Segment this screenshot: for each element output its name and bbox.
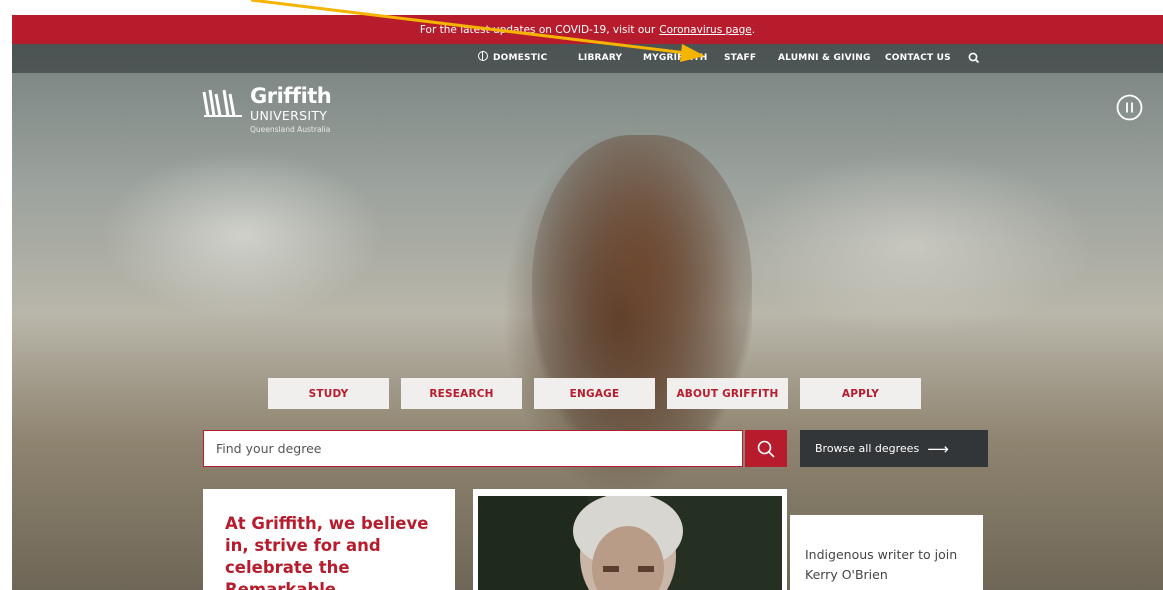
portrait-image	[478, 496, 782, 590]
feature-photo	[478, 496, 782, 590]
nav-staff[interactable]: STAFF	[724, 44, 756, 73]
globe-icon	[478, 51, 488, 61]
covid-banner-text: For the latest updates on COVID-19, visi…	[419, 23, 656, 36]
nav-contact-us[interactable]: CONTACT US	[885, 44, 951, 73]
coronavirus-page-link[interactable]: Coronavirus page	[659, 24, 752, 36]
hero-frame: For the latest updates on COVID-19, visi…	[12, 15, 1163, 590]
search-icon[interactable]	[967, 51, 981, 65]
arrow-right-icon: ⟶	[927, 439, 949, 458]
browse-label: Browse all degrees	[815, 442, 920, 455]
news-title: Indigenous writer to join Kerry O'Brien	[805, 547, 958, 582]
menu-apply[interactable]: APPLY	[800, 378, 921, 409]
top-nav: DOMESTIC LIBRARY MYGRIFFITH STAFF ALUMNI…	[12, 44, 1163, 73]
news-card[interactable]: Indigenous writer to join Kerry O'Brien	[790, 515, 983, 590]
nav-library[interactable]: LIBRARY	[578, 44, 622, 73]
covid-banner: For the latest updates on COVID-19, visi…	[12, 15, 1163, 44]
degree-search	[203, 430, 744, 467]
search-icon	[757, 440, 775, 458]
nav-domestic-label: DOMESTIC	[493, 53, 548, 63]
griffith-logo[interactable]: Griffith UNIVERSITY Queensland Australia	[202, 84, 342, 148]
logo-name: Griffith	[250, 84, 332, 108]
menu-research[interactable]: RESEARCH	[401, 378, 522, 409]
degree-search-button[interactable]	[745, 430, 787, 467]
menu-about-griffith[interactable]: ABOUT GRIFFITH	[667, 378, 788, 409]
pause-icon[interactable]	[1116, 94, 1143, 121]
logo-location: Queensland Australia	[250, 125, 331, 134]
covid-banner-suffix: .	[751, 23, 756, 36]
griffith-logo-mark-icon	[202, 89, 242, 117]
tagline-card: At Griffith, we believe in, strive for a…	[203, 489, 455, 590]
menu-study[interactable]: STUDY	[268, 378, 389, 409]
degree-search-input[interactable]	[204, 431, 744, 466]
nav-alumni-giving[interactable]: ALUMNI & GIVING	[778, 44, 871, 73]
hero-photo	[532, 135, 752, 465]
nav-domestic[interactable]: DOMESTIC	[478, 44, 547, 73]
tagline-text: At Griffith, we believe in, strive for a…	[225, 514, 429, 590]
logo-subtitle: UNIVERSITY	[250, 108, 328, 123]
feature-photo-card[interactable]	[473, 489, 787, 590]
browse-all-degrees-button[interactable]: Browse all degrees ⟶	[800, 430, 988, 467]
menu-engage[interactable]: ENGAGE	[534, 378, 655, 409]
nav-mygriffith[interactable]: MYGRIFFITH	[643, 44, 707, 73]
